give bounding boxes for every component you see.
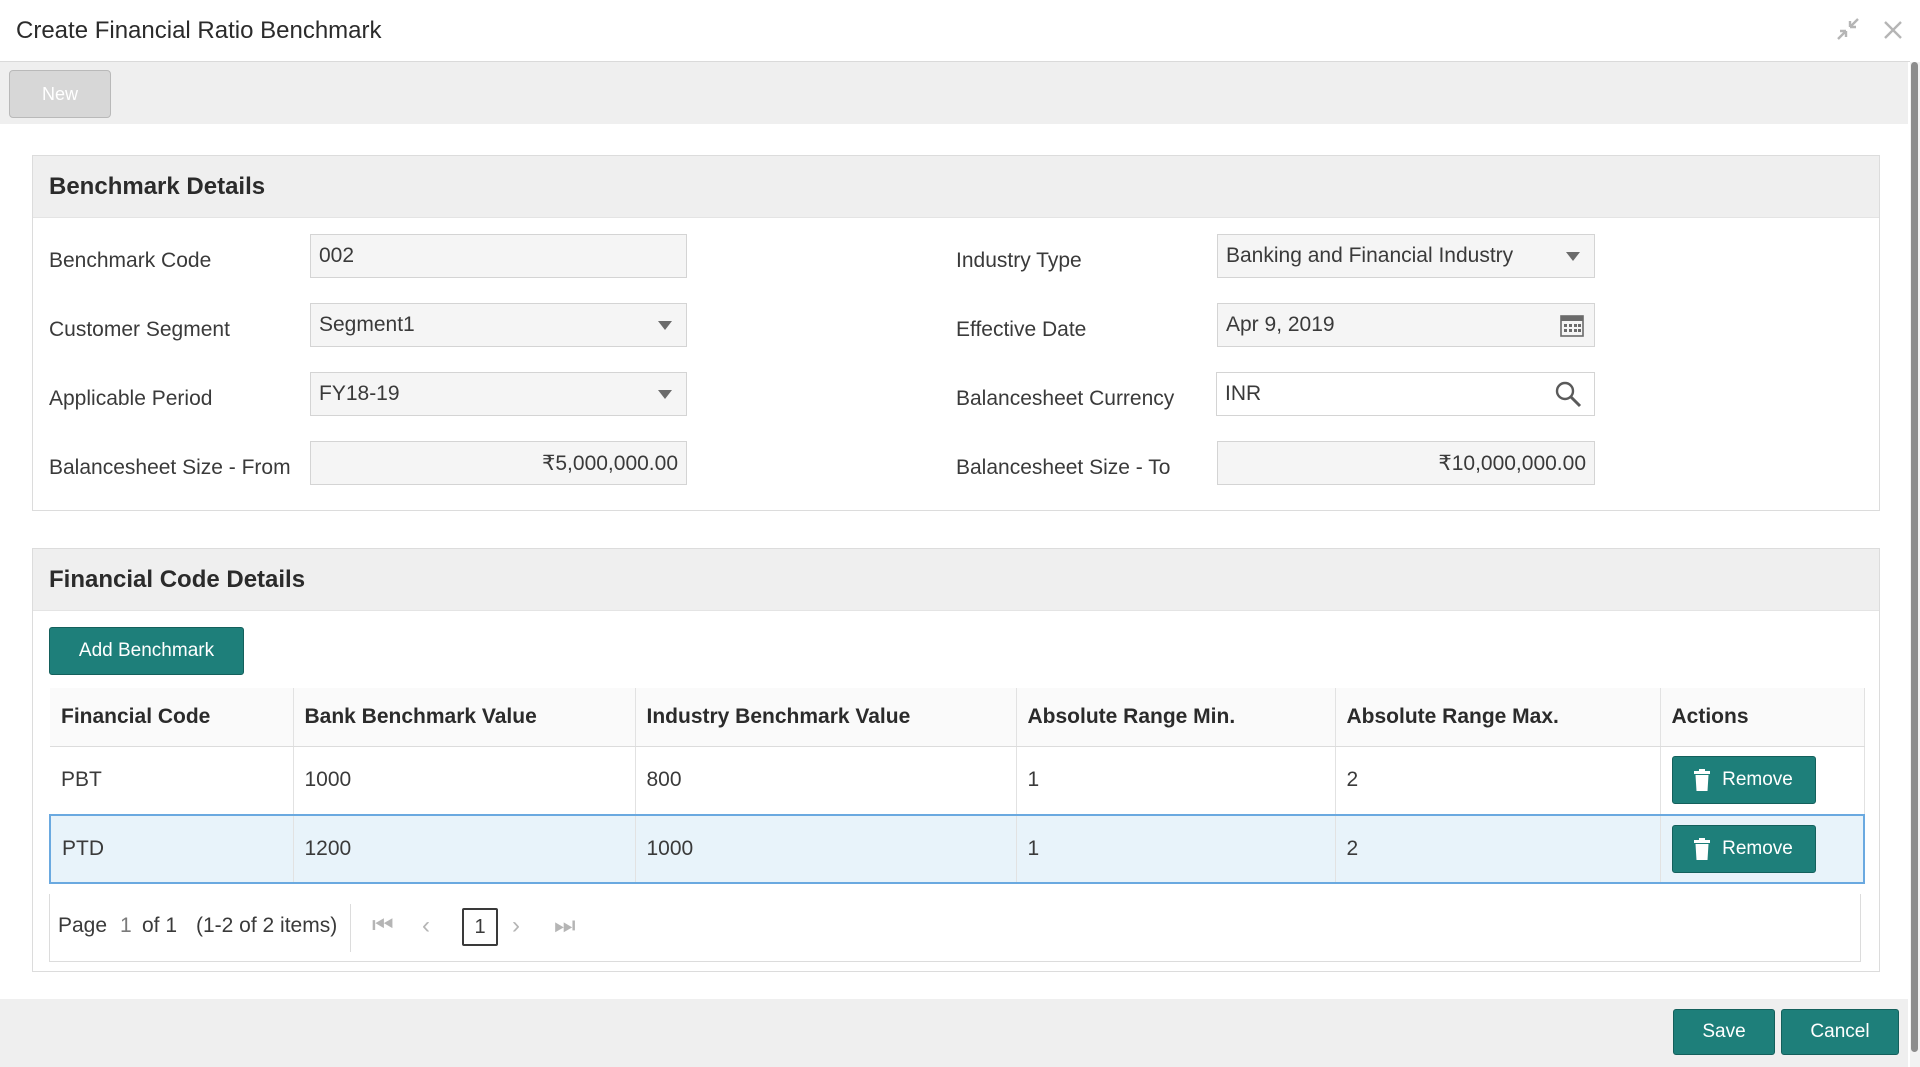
financial-code-details-heading: Financial Code Details [33, 549, 1879, 611]
current-page: 1 [120, 914, 132, 937]
trash-icon [1694, 837, 1711, 860]
customer-segment-select[interactable]: Segment1 [310, 303, 687, 347]
balancesheet-currency-value: INR [1225, 382, 1262, 405]
balancesheet-size-from-value: ₹5,000,000.00 [542, 451, 678, 475]
items-summary: (1-2 of 2 items) [196, 914, 338, 937]
new-button[interactable]: New [9, 70, 111, 118]
cancel-button[interactable]: Cancel [1781, 1009, 1899, 1055]
customer-segment-value: Segment1 [319, 313, 415, 336]
previous-page-icon[interactable]: ‹ [422, 912, 430, 940]
add-benchmark-button[interactable]: Add Benchmark [49, 627, 244, 675]
remove-label: Remove [1722, 769, 1793, 791]
last-page-icon[interactable]: ⏭ [554, 912, 576, 940]
effective-date-field[interactable]: Apr 9, 2019 [1217, 303, 1595, 347]
applicable-period-label: Applicable Period [49, 387, 213, 410]
effective-date-label: Effective Date [956, 318, 1087, 341]
range-max-cell: 2 [1335, 746, 1661, 815]
page-total: of 1 [142, 914, 178, 937]
remove-button[interactable]: Remove [1671, 824, 1816, 873]
effective-date-value: Apr 9, 2019 [1226, 313, 1335, 336]
balancesheet-size-from-label: Balancesheet Size - From [49, 456, 291, 479]
calendar-icon[interactable] [1560, 313, 1584, 337]
chevron-down-icon [658, 389, 672, 399]
industry-type-select[interactable]: Banking and Financial Industry [1217, 234, 1595, 278]
remove-button[interactable]: Remove [1671, 756, 1816, 805]
pagination: Page 1 of 1 (1-2 of 2 items) ⏮ ‹ 1 › ⏭ [49, 894, 1861, 962]
financial-code-table: Financial Code Bank Benchmark Value Indu… [49, 688, 1865, 884]
page-number-input[interactable]: 1 [462, 908, 498, 946]
benchmark-details-panel: Benchmark Details Benchmark Code 002 Cus… [32, 155, 1880, 511]
customer-segment-label: Customer Segment [49, 318, 230, 341]
financial-code-details-panel: Financial Code Details Add Benchmark Fin… [32, 548, 1880, 972]
industry-benchmark-cell: 800 [635, 746, 1017, 815]
industry-type-label: Industry Type [956, 249, 1082, 272]
chevron-down-icon [658, 320, 672, 330]
benchmark-code-field[interactable]: 002 [310, 234, 687, 278]
window-titlebar: Create Financial Ratio Benchmark [0, 0, 1910, 62]
window-title: Create Financial Ratio Benchmark [16, 17, 382, 44]
bank-benchmark-cell: 1200 [293, 813, 636, 884]
scrollbar-thumb[interactable] [1911, 62, 1918, 1052]
close-icon[interactable] [1882, 19, 1904, 41]
save-button[interactable]: Save [1673, 1009, 1775, 1055]
page-label: Page [58, 914, 108, 937]
table-row[interactable]: PTD 1200 1000 1 2 Remove [49, 813, 1865, 884]
search-icon[interactable] [1554, 380, 1582, 408]
applicable-period-value: FY18-19 [319, 382, 400, 405]
next-page-icon[interactable]: › [512, 912, 520, 940]
benchmark-details-heading: Benchmark Details [33, 156, 1879, 218]
chevron-down-icon [1566, 251, 1580, 261]
industry-type-value: Banking and Financial Industry [1226, 244, 1514, 267]
remove-label: Remove [1722, 837, 1793, 859]
table-row[interactable]: PBT 1000 800 1 2 Remove [50, 746, 1865, 815]
financial-code-cell: PBT [50, 746, 294, 815]
actions-cell: Remove [1660, 746, 1865, 815]
column-header[interactable]: Financial Code [50, 688, 294, 747]
first-page-icon[interactable]: ⏮ [372, 912, 394, 940]
benchmark-code-value: 002 [319, 244, 355, 267]
toolbar: New [0, 62, 1908, 124]
column-header[interactable]: Industry Benchmark Value [635, 688, 1017, 747]
balancesheet-size-from-field[interactable]: ₹5,000,000.00 [310, 441, 687, 485]
range-min-cell: 1 [1016, 813, 1336, 884]
column-header[interactable]: Bank Benchmark Value [293, 688, 636, 747]
range-max-cell: 2 [1335, 813, 1661, 884]
column-header: Actions [1660, 688, 1865, 747]
range-min-cell: 1 [1016, 746, 1336, 815]
industry-benchmark-cell: 1000 [635, 813, 1017, 884]
bank-benchmark-cell: 1000 [293, 746, 636, 815]
balancesheet-size-to-label: Balancesheet Size - To [956, 456, 1171, 479]
pager-divider [350, 904, 351, 952]
column-header[interactable]: Absolute Range Min. [1016, 688, 1336, 747]
benchmark-code-label: Benchmark Code [49, 249, 212, 272]
table-header-row: Financial Code Bank Benchmark Value Indu… [50, 688, 1865, 747]
applicable-period-select[interactable]: FY18-19 [310, 372, 687, 416]
balancesheet-size-to-field[interactable]: ₹10,000,000.00 [1217, 441, 1595, 485]
actions-cell: Remove [1660, 813, 1865, 884]
footer-bar: Save Cancel [0, 999, 1908, 1067]
financial-code-cell: PTD [49, 813, 294, 884]
collapse-icon[interactable] [1835, 16, 1861, 42]
balancesheet-currency-label: Balancesheet Currency [956, 387, 1175, 410]
trash-icon [1694, 769, 1711, 792]
column-header[interactable]: Absolute Range Max. [1335, 688, 1661, 747]
balancesheet-currency-field[interactable]: INR [1216, 372, 1595, 416]
balancesheet-size-to-value: ₹10,000,000.00 [1438, 451, 1586, 475]
